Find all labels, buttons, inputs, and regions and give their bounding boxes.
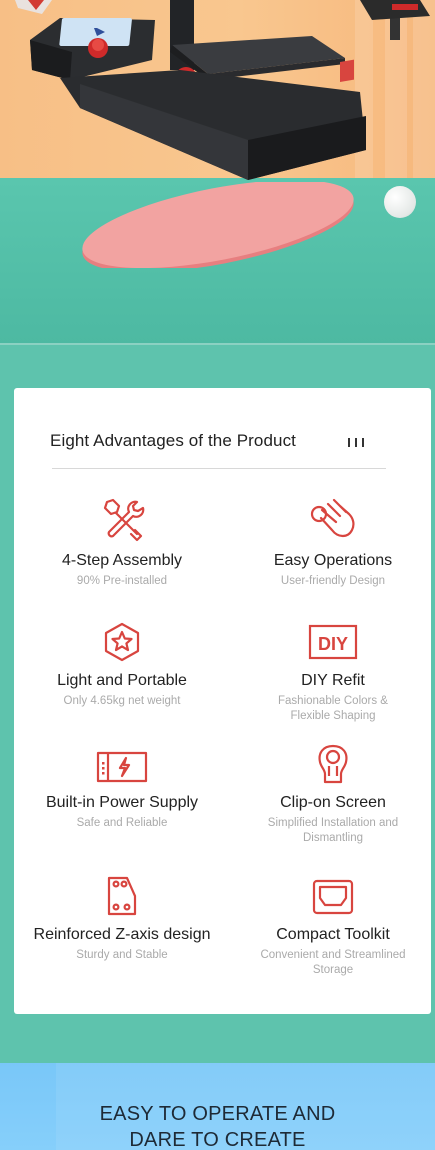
feature-desc: Simplified Installation and Dismantling (267, 817, 399, 844)
power-supply-icon (96, 751, 148, 783)
diy-icon: DIY (308, 624, 358, 660)
title-divider (52, 468, 386, 469)
white-ball (384, 186, 416, 218)
hero-image (0, 0, 435, 345)
feature-desc: 90% Pre-installed (76, 575, 168, 587)
tools-icon (103, 498, 145, 542)
hand-tap-icon (310, 498, 355, 538)
feature-light-and-portable: Light and Portable Only 4.65kg net weigh… (18, 622, 226, 709)
teal-band (0, 1014, 435, 1063)
bracket-icon (107, 876, 137, 916)
feature-easy-operations: Easy Operations User-friendly Design (229, 496, 435, 589)
card-title: Eight Advantages of the Product (50, 431, 296, 450)
feature-compact-toolkit: Compact Toolkit Convenient and Streamlin… (229, 878, 435, 978)
slogan-line-2: DARE TO CREATE (129, 1129, 306, 1150)
bars-icon (348, 436, 370, 447)
feature-name: Light and Portable (57, 672, 187, 689)
slogan-banner: EASY TO OPERATE AND DARE TO CREATE (0, 1063, 435, 1150)
feature-built-in-power-supply: Built-in Power Supply Safe and Reliable (18, 750, 226, 831)
feature-reinforced-z-axis: Reinforced Z-axis design Sturdy and Stab… (18, 876, 226, 963)
feature-name: Built-in Power Supply (45, 794, 199, 811)
feature-name: DIY Refit (301, 672, 365, 689)
feature-name: Easy Operations (273, 552, 393, 569)
feature-name: 4-Step Assembly (61, 552, 183, 569)
feature-diy-refit: DIY DIY Refit Fashionable Colors & Flexi… (229, 622, 435, 724)
toolkit-tray-icon (312, 879, 354, 915)
printer-illustration (15, 0, 430, 180)
feature-name: Clip-on Screen (280, 794, 386, 811)
feature-desc: Fashionable Colors & Flexible Shaping (278, 695, 388, 722)
pink-build-plate (82, 182, 354, 268)
feature-desc: Safe and Reliable (76, 817, 168, 829)
feature-name: Compact Toolkit (276, 926, 390, 943)
diy-icon-text: DIY (318, 634, 348, 654)
slogan-line-1: EASY TO OPERATE AND (99, 1103, 336, 1125)
feature-clip-on-screen: Clip-on Screen Simplified Installation a… (229, 744, 435, 846)
feature-name: Reinforced Z-axis design (33, 926, 211, 943)
feature-desc: User-friendly Design (280, 575, 386, 587)
star-badge-icon (104, 622, 140, 662)
clip-icon (318, 744, 348, 784)
feature-desc: Sturdy and Stable (76, 949, 168, 961)
feature-4-step-assembly: 4-Step Assembly 90% Pre-installed (18, 496, 226, 589)
advantages-card: Eight Advantages of the Product 4-Step A… (14, 388, 431, 1014)
feature-desc: Convenient and Streamlined Storage (260, 949, 406, 976)
feature-desc: Only 4.65kg net weight (63, 695, 181, 707)
hero-divider (0, 343, 435, 345)
